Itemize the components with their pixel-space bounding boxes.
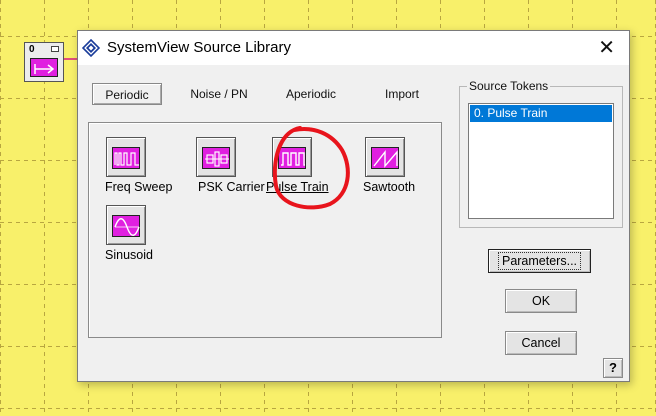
grid-line: [0, 0, 1, 416]
tab-import[interactable]: Import: [373, 83, 431, 105]
source-token-block[interactable]: 0: [24, 42, 64, 82]
source-label: Freq Sweep: [105, 180, 173, 194]
freq-sweep-icon: [106, 137, 146, 177]
source-tokens-group: Source Tokens 0. Pulse Train: [459, 79, 623, 228]
source-label: Sinusoid: [105, 248, 153, 262]
sinusoid-icon: [106, 205, 146, 245]
source-library-dialog: SystemView Source Library ✕ Periodic Noi…: [77, 30, 630, 382]
arrow-right-icon: [30, 58, 58, 77]
list-item[interactable]: 0. Pulse Train: [470, 105, 612, 122]
systemview-logo-icon: [82, 39, 100, 57]
title-bar[interactable]: SystemView Source Library ✕: [78, 31, 629, 65]
connection-wire: [64, 58, 78, 60]
source-icons-panel: Freq Sweep PSK Carrier Pulse Train Sawto…: [88, 122, 442, 338]
cancel-button[interactable]: Cancel: [505, 331, 577, 355]
source-tokens-title: Source Tokens: [467, 79, 551, 93]
parameters-label: Parameters...: [497, 252, 582, 270]
sawtooth-icon: [365, 137, 405, 177]
source-tokens-list[interactable]: 0. Pulse Train: [468, 103, 614, 219]
tab-aperiodic[interactable]: Aperiodic: [276, 83, 346, 105]
pulse-train-icon: [272, 137, 312, 177]
tab-noise-pn[interactable]: Noise / PN: [179, 83, 259, 105]
source-label: Pulse Train: [266, 180, 329, 194]
token-flag-icon: [51, 46, 59, 52]
psk-carrier-icon: [196, 137, 236, 177]
help-button[interactable]: ?: [603, 358, 623, 378]
token-number: 0: [29, 44, 35, 55]
source-label: Sawtooth: [363, 180, 416, 194]
close-button[interactable]: ✕: [598, 38, 615, 58]
parameters-button[interactable]: Parameters...: [488, 249, 591, 273]
tab-periodic[interactable]: Periodic: [92, 83, 162, 105]
source-label: PSK Carrier: [198, 180, 265, 194]
dialog-title: SystemView Source Library: [107, 39, 291, 56]
ok-button[interactable]: OK: [505, 289, 577, 313]
grid-line: [0, 408, 656, 409]
